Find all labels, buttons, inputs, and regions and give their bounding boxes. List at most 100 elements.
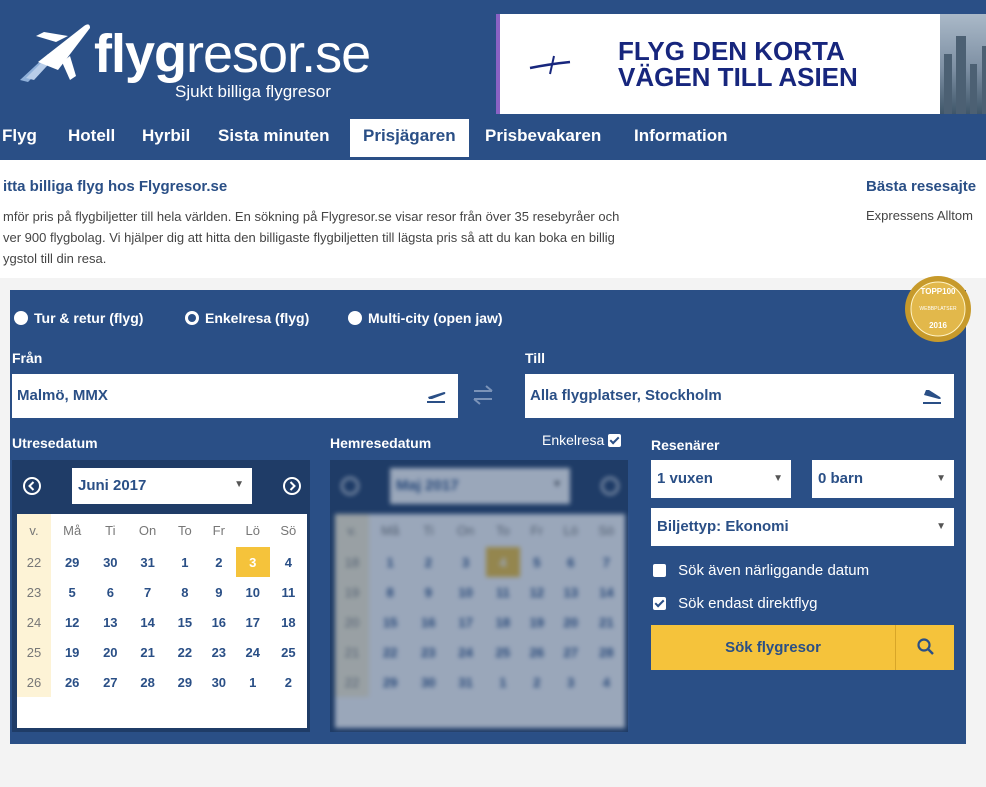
calendar-day[interactable]: 7 xyxy=(127,577,168,607)
calendar-day[interactable]: 12 xyxy=(51,607,93,637)
calendar-day[interactable]: 25 xyxy=(486,637,520,667)
nav-item-hotell[interactable]: Hotell xyxy=(57,119,126,157)
calendar-day[interactable]: 21 xyxy=(127,637,168,667)
search-flights-button[interactable]: Sök flygresor xyxy=(651,625,954,670)
calendar-day[interactable]: 26 xyxy=(51,667,93,697)
calendar-day[interactable]: 28 xyxy=(127,667,168,697)
calendar-day[interactable]: 3 xyxy=(235,547,270,577)
trip-type-round[interactable]: Tur & retur (flyg) xyxy=(14,307,143,329)
calendar-day[interactable]: 11 xyxy=(270,577,307,607)
calendar-day[interactable]: 5 xyxy=(520,547,554,577)
calendar-day[interactable]: 1 xyxy=(168,547,202,577)
calendar-day[interactable]: 8 xyxy=(168,577,202,607)
calendar-day[interactable]: 6 xyxy=(554,547,588,577)
nav-item-information[interactable]: Information xyxy=(623,119,739,157)
calendar-day[interactable]: 3 xyxy=(554,667,588,697)
to-field[interactable]: Alla flygplatser, Stockholm xyxy=(525,374,954,418)
calendar-day[interactable]: 16 xyxy=(411,607,445,637)
calendar-day[interactable]: 4 xyxy=(270,547,307,577)
calendar-day[interactable]: 14 xyxy=(588,577,625,607)
trip-type-oneway[interactable]: Enkelresa (flyg) xyxy=(185,307,309,329)
ad-line-2: VÄGEN TILL ASIEN xyxy=(618,62,858,92)
calendar-day[interactable]: 22 xyxy=(168,637,202,667)
calendar-day[interactable]: 31 xyxy=(445,667,486,697)
ticket-type-select[interactable]: Biljettyp: Ekonomi ▼ xyxy=(651,508,954,546)
calendar-day[interactable]: 1 xyxy=(486,667,520,697)
calendar-day[interactable]: 2 xyxy=(202,547,236,577)
calendar-day[interactable]: 30 xyxy=(93,547,127,577)
calendar-day[interactable]: 15 xyxy=(168,607,202,637)
children-select[interactable]: 0 barn ▼ xyxy=(812,460,954,498)
site-logo[interactable]: flygresor.se Sjukt billiga flygresor xyxy=(18,18,371,108)
calendar-day[interactable]: 5 xyxy=(51,577,93,607)
calendar-day[interactable]: 29 xyxy=(51,547,93,577)
calendar-day[interactable]: 24 xyxy=(445,637,486,667)
calendar-day[interactable]: 22 xyxy=(369,637,411,667)
calendar-day[interactable]: 7 xyxy=(588,547,625,577)
ad-banner[interactable]: FLYG DEN KORTA VÄGEN TILL ASIEN xyxy=(496,14,986,114)
direct-flights-checkbox[interactable]: Sök endast direktflyg xyxy=(653,595,817,612)
calendar-day[interactable]: 18 xyxy=(270,607,307,637)
depart-month-select[interactable]: Juni 2017 ▼ xyxy=(72,468,252,504)
calendar-day[interactable]: 1 xyxy=(369,547,411,577)
calendar-day[interactable]: 28 xyxy=(588,637,625,667)
calendar-day[interactable]: 23 xyxy=(411,637,445,667)
calendar-day[interactable]: 20 xyxy=(554,607,588,637)
swap-icon[interactable] xyxy=(470,384,496,406)
side-title[interactable]: Bästa resesajte xyxy=(866,178,976,195)
calendar-day[interactable]: 4 xyxy=(485,547,520,577)
calendar-day[interactable]: 14 xyxy=(127,607,168,637)
calendar-day[interactable]: 15 xyxy=(369,607,411,637)
nav-item-sista-minuten[interactable]: Sista minuten xyxy=(207,119,340,157)
calendar-day[interactable]: 27 xyxy=(93,667,127,697)
calendar-day[interactable]: 4 xyxy=(588,667,625,697)
prev-month-icon[interactable] xyxy=(22,476,42,496)
calendar-day[interactable]: 27 xyxy=(554,637,588,667)
calendar-day[interactable]: 8 xyxy=(369,577,411,607)
calendar-day[interactable]: 10 xyxy=(445,577,486,607)
travelers-label: Resenärer xyxy=(651,437,720,453)
nearby-dates-checkbox[interactable]: Sök även närliggande datum xyxy=(653,562,869,579)
calendar-day[interactable]: 29 xyxy=(168,667,202,697)
adults-select[interactable]: 1 vuxen ▼ xyxy=(651,460,791,498)
calendar-day[interactable]: 2 xyxy=(270,667,307,697)
next-month-icon[interactable] xyxy=(282,476,302,496)
oneway-checkbox[interactable]: Enkelresa xyxy=(542,432,622,448)
calendar-day[interactable]: 25 xyxy=(270,637,307,667)
depart-weekday-row: v. Må Ti On To Fr Lö Sö xyxy=(17,514,307,547)
calendar-day[interactable]: 13 xyxy=(554,577,588,607)
calendar-day[interactable]: 23 xyxy=(202,637,236,667)
calendar-day[interactable]: 1 xyxy=(236,667,270,697)
calendar-day[interactable]: 18 xyxy=(486,607,520,637)
nav-item-flyg[interactable]: Flyg xyxy=(0,119,48,157)
children-value: 0 barn xyxy=(818,470,864,487)
calendar-day[interactable]: 17 xyxy=(236,607,270,637)
calendar-day[interactable]: 19 xyxy=(520,607,554,637)
calendar-day[interactable]: 6 xyxy=(93,577,127,607)
calendar-day[interactable]: 19 xyxy=(51,637,93,667)
from-field[interactable]: Malmö, MMX xyxy=(12,374,458,418)
trip-type-multicity[interactable]: Multi-city (open jaw) xyxy=(348,307,503,329)
calendar-day[interactable]: 17 xyxy=(445,607,486,637)
calendar-day[interactable]: 26 xyxy=(520,637,554,667)
calendar-day[interactable]: 30 xyxy=(411,667,445,697)
calendar-day[interactable]: 9 xyxy=(411,577,445,607)
calendar-day[interactable]: 24 xyxy=(236,637,270,667)
calendar-day[interactable]: 31 xyxy=(127,547,168,577)
calendar-day[interactable]: 30 xyxy=(202,667,236,697)
calendar-day[interactable]: 21 xyxy=(588,607,625,637)
calendar-day[interactable]: 29 xyxy=(369,667,411,697)
calendar-day[interactable]: 20 xyxy=(93,637,127,667)
nav-item-hyrbil[interactable]: Hyrbil xyxy=(131,119,201,157)
calendar-day[interactable]: 13 xyxy=(93,607,127,637)
calendar-day[interactable]: 11 xyxy=(486,577,520,607)
calendar-day[interactable]: 10 xyxy=(236,577,270,607)
nav-item-prisjagaren[interactable]: Prisjägaren xyxy=(350,119,469,157)
calendar-day[interactable]: 9 xyxy=(202,577,236,607)
nav-item-prisbevakaren[interactable]: Prisbevakaren xyxy=(474,119,612,157)
calendar-day[interactable]: 2 xyxy=(520,667,554,697)
calendar-day[interactable]: 3 xyxy=(445,547,486,577)
calendar-day[interactable]: 2 xyxy=(411,547,445,577)
calendar-day[interactable]: 16 xyxy=(202,607,236,637)
calendar-day[interactable]: 12 xyxy=(520,577,554,607)
